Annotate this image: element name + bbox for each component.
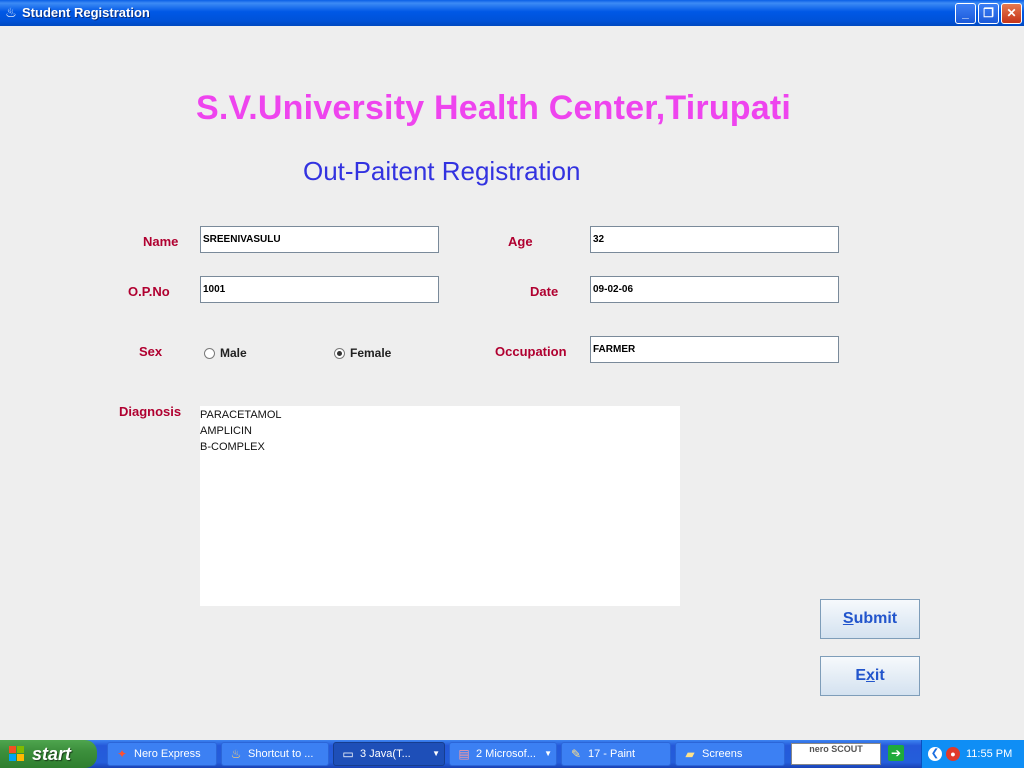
exit-label-rest: it — [874, 667, 885, 684]
task-label: 3 Java(T... — [360, 748, 411, 760]
name-field[interactable] — [200, 226, 439, 253]
taskbar-item-paint[interactable]: ✎ 17 - Paint — [561, 742, 671, 766]
submit-button[interactable]: Submit — [820, 599, 920, 639]
task-label: Nero Express — [134, 748, 201, 760]
task-label: Screens — [702, 748, 743, 760]
tray-app-icon[interactable]: ● — [946, 747, 960, 761]
page-heading: S.V.University Health Center,Tirupati — [196, 89, 792, 127]
occupation-label: Occupation — [495, 344, 567, 359]
window-title-bar[interactable]: ♨ Student Registration _ ❐ ✕ — [0, 0, 1024, 26]
taskbar-item-screens[interactable]: ▰ Screens — [675, 742, 785, 766]
submit-label-rest: ubmit — [853, 610, 898, 627]
page-subheading: Out-Paitent Registration — [303, 156, 581, 186]
diagnosis-textarea[interactable]: PARACETAMOL AMPLICIN B-COMPLEX — [200, 406, 680, 606]
name-label: Name — [143, 234, 179, 249]
date-label: Date — [530, 284, 559, 299]
diagnosis-line: AMPLICIN — [200, 425, 252, 437]
tray-collapse-icon[interactable]: ❮ — [928, 747, 942, 761]
taskbar-item-java[interactable]: ▭ 3 Java(T... ▼ — [333, 742, 445, 766]
taskbar-item-nero-express[interactable]: ✦ Nero Express — [107, 742, 217, 766]
system-tray: ❮ ● 11:55 PM — [921, 740, 1024, 768]
diagnosis-line: PARACETAMOL — [200, 409, 282, 421]
radio-female-label: Female — [350, 346, 392, 360]
sex-radio-female[interactable]: Female — [334, 346, 391, 360]
minimize-button[interactable]: _ — [955, 3, 976, 24]
nero-scout-toolbar[interactable]: nero SCOUT — [791, 743, 881, 765]
windows-logo-icon — [9, 746, 25, 762]
age-field[interactable] — [590, 226, 839, 253]
opno-label: O.P.No — [128, 284, 170, 299]
exit-button[interactable]: Exit — [820, 656, 920, 696]
taskbar: start ✦ Nero Express ♨ Shortcut to ... ▭… — [0, 740, 1024, 768]
chevron-down-icon: ▼ — [544, 749, 552, 758]
age-label: Age — [508, 234, 533, 249]
window-icon: ▭ — [342, 747, 354, 761]
start-button[interactable]: start — [0, 740, 97, 768]
task-label: Shortcut to ... — [248, 748, 314, 760]
java-icon: ♨ — [230, 747, 242, 761]
sex-label: Sex — [139, 344, 163, 359]
exit-mnemonic: x — [865, 667, 875, 684]
radio-male-indicator[interactable] — [204, 347, 215, 359]
sex-radio-male[interactable]: Male — [204, 346, 247, 360]
task-label: 17 - Paint — [588, 748, 636, 760]
chevron-down-icon: ▼ — [432, 749, 440, 758]
date-field[interactable] — [590, 276, 839, 303]
go-arrow-icon[interactable]: ➔ — [888, 745, 904, 761]
radio-male-label: Male — [220, 346, 247, 360]
taskbar-item-microsoft[interactable]: ▤ 2 Microsof... ▼ — [449, 742, 557, 766]
clock[interactable]: 11:55 PM — [966, 740, 1012, 768]
submit-mnemonic: S — [842, 610, 854, 627]
window-title: Student Registration — [22, 5, 150, 20]
java-app-icon: ♨ — [5, 5, 17, 20]
diagnosis-label: Diagnosis — [119, 404, 182, 419]
opno-field[interactable] — [200, 276, 439, 303]
task-label: 2 Microsof... — [476, 748, 536, 760]
form-panel: S.V.University Health Center,Tirupati Ou… — [0, 26, 1024, 740]
start-label: start — [32, 744, 72, 764]
paint-icon: ✎ — [570, 747, 582, 761]
nero-icon: ✦ — [116, 747, 128, 761]
diagnosis-line: B-COMPLEX — [200, 441, 265, 453]
radio-female-indicator[interactable] — [334, 347, 345, 359]
word-icon: ▤ — [458, 747, 470, 761]
folder-icon: ▰ — [685, 747, 695, 761]
maximize-button[interactable]: ❐ — [978, 3, 999, 24]
exit-label-pre: E — [855, 667, 866, 684]
occupation-field[interactable] — [590, 336, 839, 363]
close-button[interactable]: ✕ — [1001, 3, 1022, 24]
taskbar-item-shortcut[interactable]: ♨ Shortcut to ... — [221, 742, 329, 766]
